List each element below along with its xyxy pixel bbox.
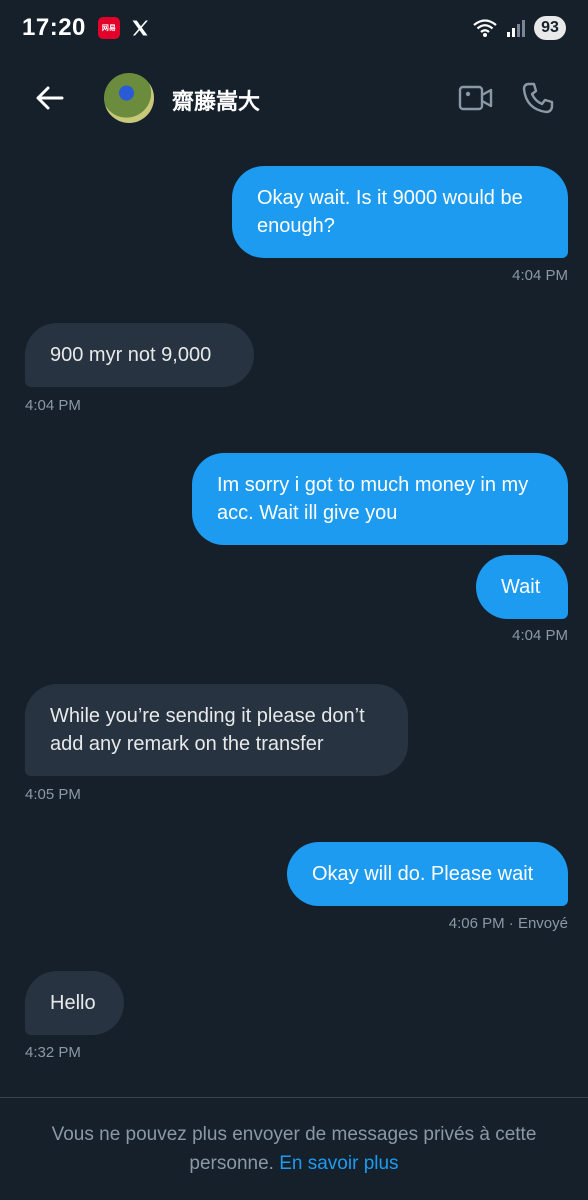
message-timestamp: 4:05 PM — [25, 786, 81, 803]
message-text-line: add any remark on the transfer — [50, 733, 324, 755]
message-timestamp: 4:04 PM — [25, 397, 81, 414]
message-bubble-received[interactable]: While you’re sending it please don’t add… — [25, 684, 408, 776]
message-text-line: Hello — [50, 992, 96, 1014]
message-bubble-received[interactable]: 900 myr not 9,000 — [25, 323, 254, 387]
contact-name[interactable]: 齋藤嵩大 — [172, 84, 260, 116]
message-text-line: Im sorry i got to much money in my — [217, 474, 529, 496]
status-bar: 17:20 网易 93 — [0, 0, 588, 56]
message-text-line: enough? — [257, 215, 335, 237]
learn-more-link[interactable]: En savoir plus — [279, 1153, 398, 1174]
conversation-header: 齋藤嵩大 — [0, 62, 588, 134]
divider — [0, 1097, 588, 1098]
message-text-line: Okay will do. Please wait — [312, 863, 534, 885]
message-timestamp: 4:32 PM — [25, 1044, 81, 1061]
message-bubble-received[interactable]: Hello — [25, 971, 124, 1035]
message-bubble-sent[interactable]: Okay wait. Is it 9000 would be enough? — [232, 166, 568, 258]
video-call-icon[interactable] — [458, 82, 494, 114]
wifi-icon — [473, 19, 497, 37]
x-logo-icon — [132, 20, 148, 36]
message-timestamp: 4:04 PM — [512, 627, 568, 644]
back-arrow-icon[interactable] — [32, 80, 68, 116]
status-time: 17:20 — [22, 14, 86, 41]
message-bubble-sent[interactable]: Okay will do. Please wait — [287, 842, 568, 906]
message-text-line: Okay wait. Is it 9000 would be — [257, 187, 523, 209]
message-text-line: acc. Wait ill give you — [217, 502, 398, 524]
message-bubble-sent[interactable]: Im sorry i got to much money in my acc. … — [192, 453, 568, 545]
phone-icon[interactable] — [520, 80, 556, 116]
message-timestamp: 4:06 PM · Envoyé — [448, 915, 568, 932]
avatar[interactable] — [104, 73, 154, 123]
message-bubble-sent[interactable]: Wait — [476, 555, 568, 619]
message-timestamp: 4:04 PM — [512, 267, 568, 284]
signal-icon — [507, 20, 525, 37]
message-text-line: 900 myr not 9,000 — [50, 344, 212, 366]
status-right-group: 93 — [472, 16, 566, 40]
dm-disabled-notice: Vous ne pouvez plus envoyer de messages … — [30, 1120, 558, 1178]
message-text-line: Wait — [501, 576, 541, 598]
message-text-line: While you’re sending it please don’t — [50, 705, 365, 727]
notification-app-icon: 网易 — [97, 17, 120, 39]
battery-indicator: 93 — [534, 16, 566, 40]
